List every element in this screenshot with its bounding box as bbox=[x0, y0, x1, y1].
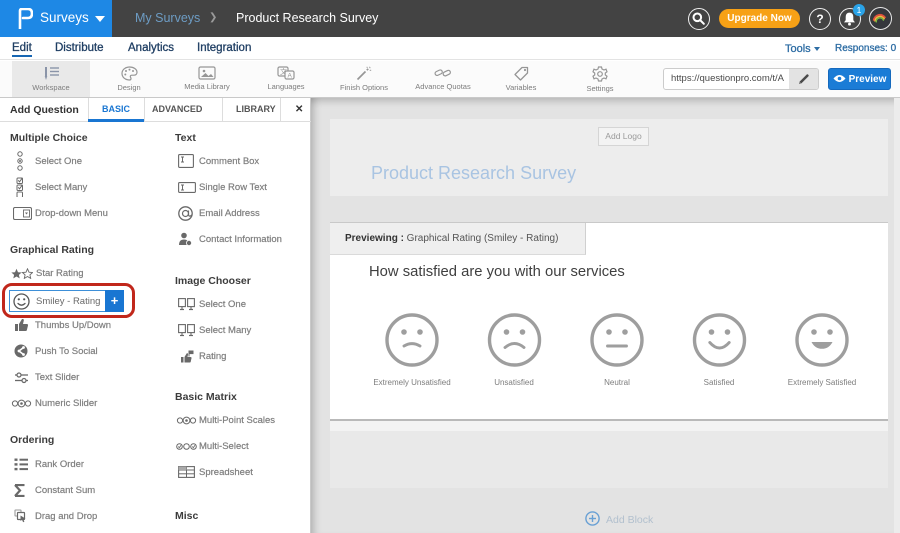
svg-text:A: A bbox=[288, 73, 293, 80]
